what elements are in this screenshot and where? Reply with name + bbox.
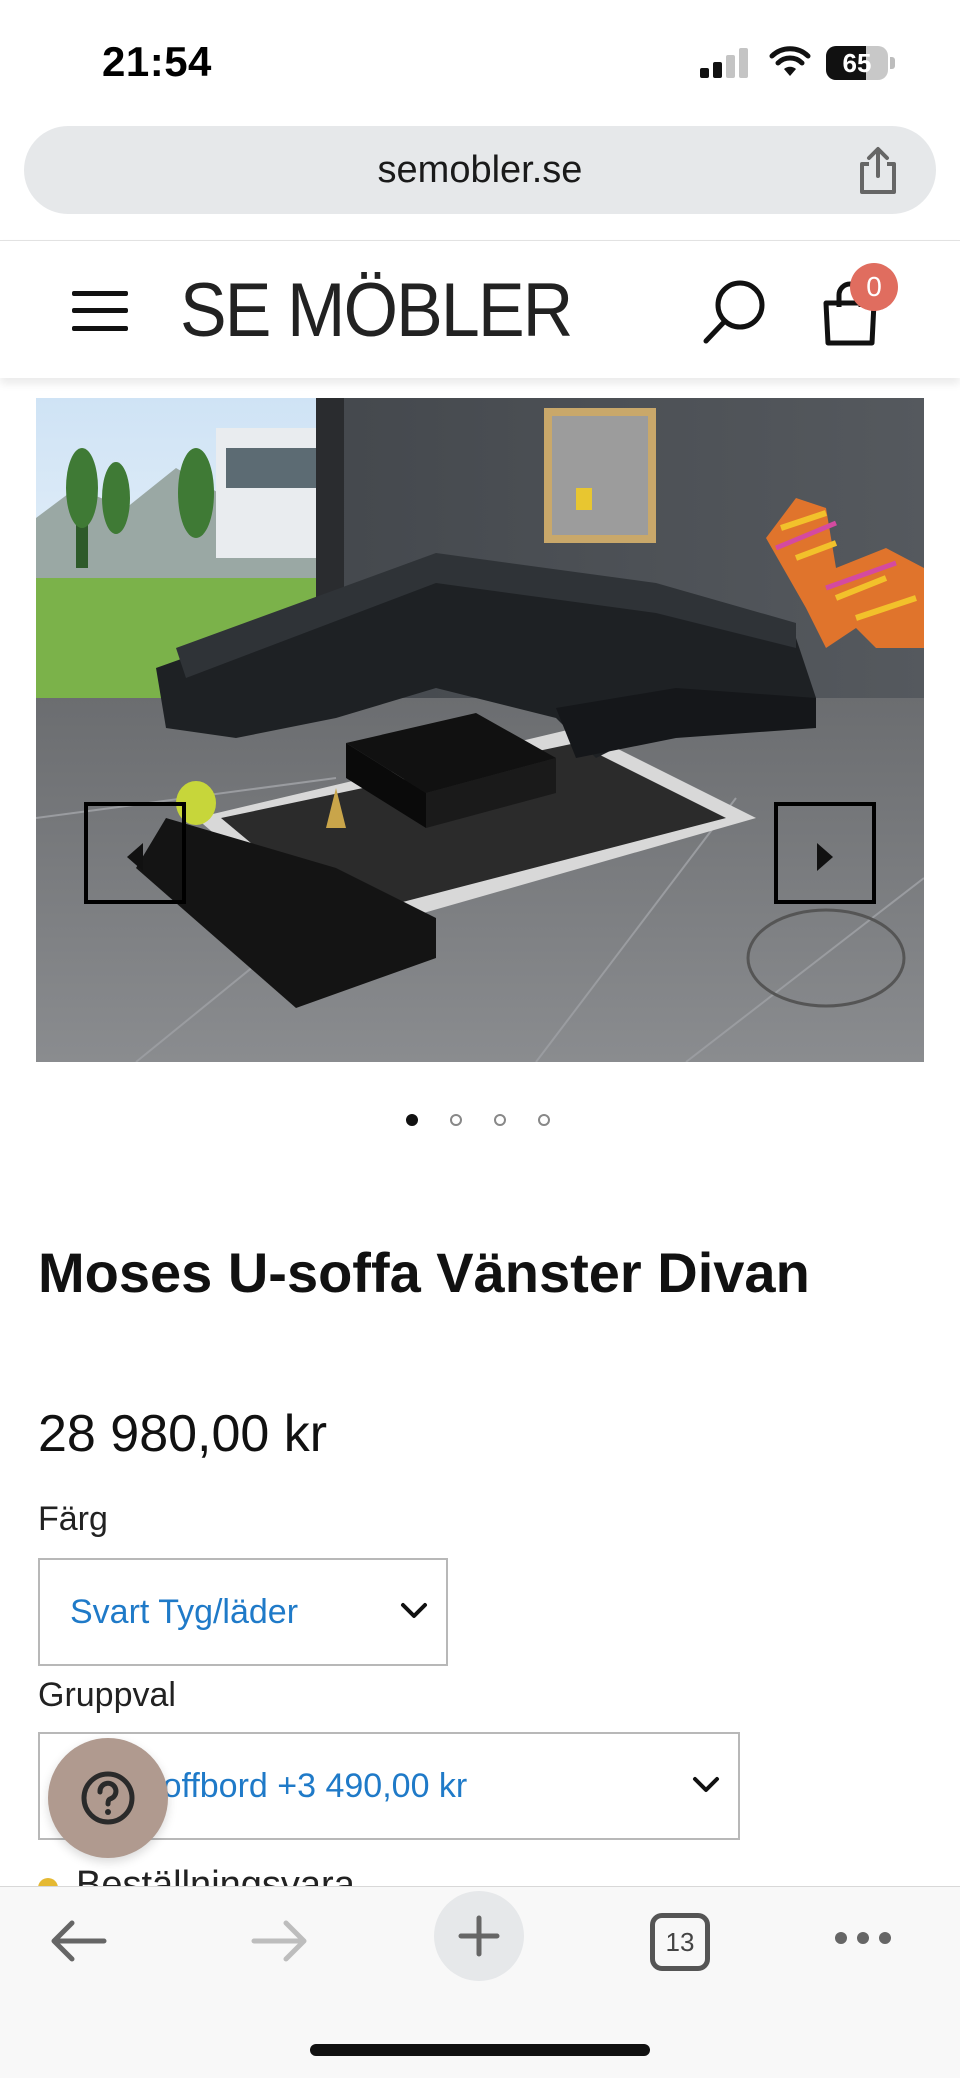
- stock-status-text: Beställningsvara: [76, 1864, 355, 1888]
- tabs-button[interactable]: 13: [650, 1913, 710, 1971]
- site-logo[interactable]: SE MÖBLER: [180, 271, 576, 351]
- plus-icon: [458, 1915, 500, 1957]
- product-title: Moses U-soffa Vänster Divan: [38, 1241, 810, 1304]
- arrow-right-icon[interactable]: [250, 1919, 310, 1963]
- site-header: SE MÖBLER 0: [0, 240, 960, 378]
- carousel-dots: [400, 1112, 560, 1132]
- home-indicator[interactable]: [310, 2044, 650, 2056]
- color-select-value[interactable]: Svart Tyg/läder: [70, 1560, 298, 1664]
- new-tab-button[interactable]: [434, 1891, 524, 1981]
- more-dots-icon[interactable]: [834, 1931, 892, 1945]
- status-bar: 21:54 65: [0, 0, 960, 120]
- group-label: Gruppval: [38, 1676, 176, 1714]
- status-time: 21:54: [102, 38, 212, 85]
- wifi-icon: [769, 46, 811, 76]
- chevron-down-icon: [693, 1777, 719, 1792]
- arrow-left-icon[interactable]: [48, 1919, 108, 1963]
- carousel-dot-1[interactable]: [406, 1114, 418, 1126]
- carousel-dot-3[interactable]: [494, 1114, 506, 1126]
- product-price: 28 980,00 kr: [38, 1405, 328, 1463]
- carousel-next-button[interactable]: [774, 802, 876, 904]
- search-icon[interactable]: [700, 277, 770, 347]
- address-bar[interactable]: semobler.se: [24, 126, 936, 214]
- help-button[interactable]: [48, 1738, 168, 1858]
- url-text[interactable]: semobler.se: [24, 126, 936, 214]
- chevron-down-icon: [401, 1603, 427, 1618]
- carousel-prev-button[interactable]: [84, 802, 186, 904]
- battery-icon: 65: [826, 46, 896, 80]
- carousel-dot-2[interactable]: [450, 1114, 462, 1126]
- share-icon[interactable]: [854, 146, 902, 196]
- sofa-photo: [36, 398, 924, 1062]
- color-select[interactable]: Svart Tyg/läder: [38, 1558, 448, 1666]
- caret-right-icon: [817, 843, 833, 871]
- cellular-signal-icon: [700, 48, 750, 78]
- carousel-dot-4[interactable]: [538, 1114, 550, 1126]
- question-mark-icon: [81, 1771, 135, 1825]
- color-label: Färg: [38, 1500, 108, 1538]
- battery-level: 65: [842, 48, 872, 78]
- product-image[interactable]: [36, 398, 924, 1062]
- cart-count-badge[interactable]: 0: [850, 263, 898, 311]
- hamburger-icon[interactable]: [72, 291, 128, 331]
- caret-left-icon: [127, 843, 143, 871]
- stock-status: Beställningsvara: [38, 1864, 538, 1888]
